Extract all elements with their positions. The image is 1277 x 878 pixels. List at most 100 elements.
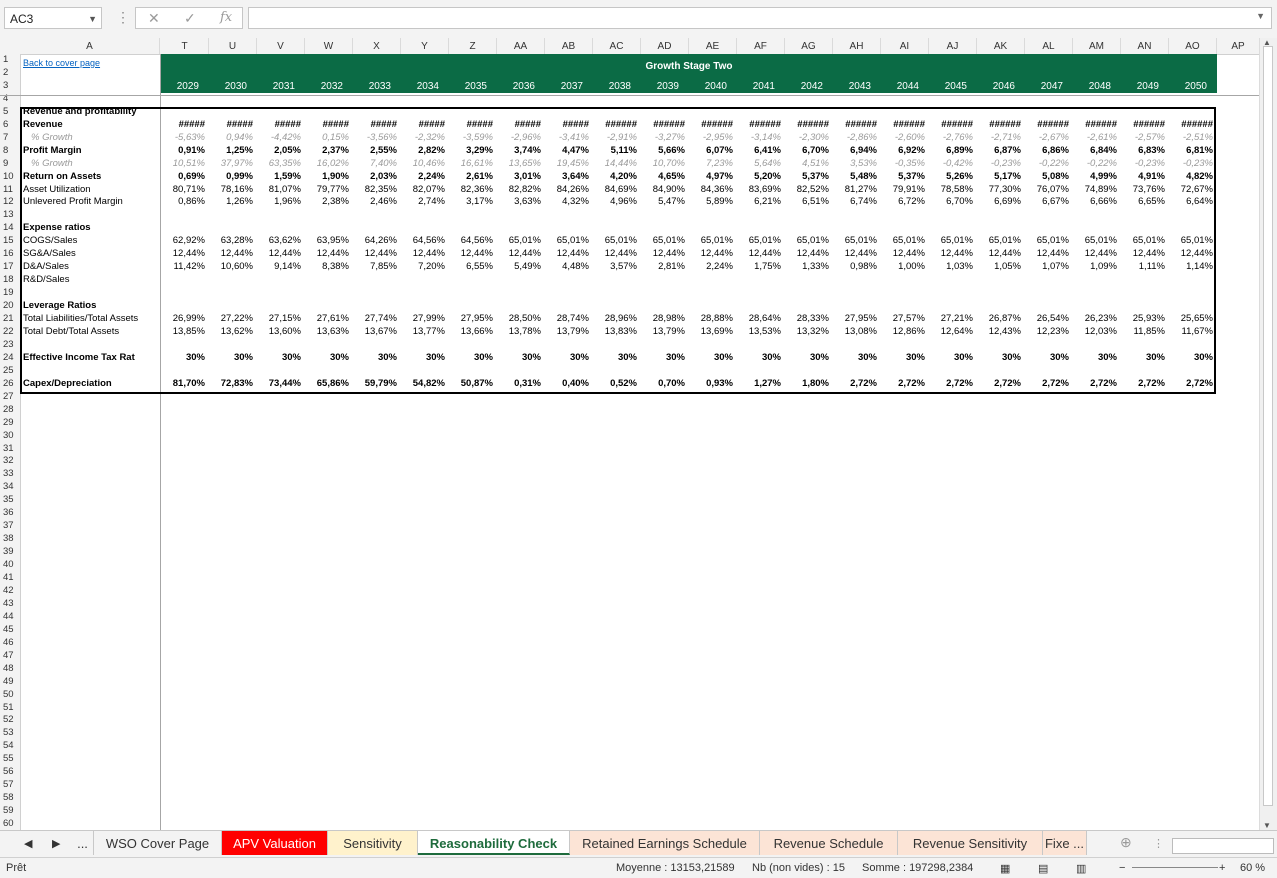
data-cell[interactable]: 5,11% [593,145,637,156]
data-cell[interactable]: 12,23% [1025,326,1069,337]
row-header[interactable]: 18 [0,274,20,285]
data-cell[interactable]: 2,05% [257,145,301,156]
row-header[interactable]: 43 [0,598,20,609]
data-cell[interactable]: 5,49% [497,261,541,272]
data-cell[interactable]: 2,81% [641,261,685,272]
data-cell[interactable]: 28,98% [641,313,685,324]
data-cell[interactable]: 65,01% [929,235,973,246]
data-cell[interactable]: 7,20% [401,261,445,272]
row-header[interactable]: 48 [0,663,20,674]
data-cell[interactable]: 11,67% [1169,326,1213,337]
data-cell[interactable]: 10,70% [641,158,685,169]
data-cell[interactable]: -3,59% [449,132,493,143]
data-cell[interactable]: ###### [593,119,637,130]
row-label[interactable]: Profit Margin [23,145,160,156]
sheet-tab[interactable]: APV Valuation [222,831,328,855]
data-cell[interactable]: 12,44% [833,248,877,259]
data-cell[interactable]: 63,62% [257,235,301,246]
data-cell[interactable]: 30% [449,352,493,363]
column-header[interactable]: AO [1169,38,1217,54]
row-header[interactable]: 14 [0,222,20,233]
zoom-slider[interactable] [1132,867,1218,868]
data-cell[interactable]: 82,82% [497,184,541,195]
data-cell[interactable]: 1,11% [1121,261,1165,272]
data-cell[interactable]: 12,44% [881,248,925,259]
data-cell[interactable]: 27,21% [929,313,973,324]
row-header[interactable]: 39 [0,546,20,557]
data-cell[interactable]: 65,01% [785,235,829,246]
data-cell[interactable]: 16,61% [449,158,493,169]
data-cell[interactable]: 2,72% [977,378,1021,389]
normal-view-icon[interactable]: ▦ [1000,862,1010,875]
horizontal-scrollbar[interactable] [1172,838,1274,854]
prev-sheet-icon[interactable]: ◀ [24,837,32,850]
data-cell[interactable]: 1,03% [929,261,973,272]
data-cell[interactable]: 3,53% [833,158,877,169]
data-cell[interactable]: 4,20% [593,171,637,182]
row-header[interactable]: 19 [0,287,20,298]
data-cell[interactable]: 82,07% [401,184,445,195]
data-cell[interactable]: 14,44% [593,158,637,169]
data-cell[interactable]: -3,41% [545,132,589,143]
data-cell[interactable]: 12,44% [1169,248,1213,259]
data-cell[interactable]: -0,23% [977,158,1021,169]
data-cell[interactable]: ###### [977,119,1021,130]
data-cell[interactable]: 12,64% [929,326,973,337]
row-header[interactable]: 28 [0,404,20,415]
data-cell[interactable]: 3,64% [545,171,589,182]
data-cell[interactable]: ###### [1025,119,1069,130]
data-cell[interactable]: 64,26% [353,235,397,246]
row-header[interactable]: 11 [0,184,20,195]
data-cell[interactable]: -3,27% [641,132,685,143]
row-label[interactable]: % Growth [23,158,168,169]
data-cell[interactable]: 0,99% [209,171,253,182]
formula-input[interactable]: ▼ [248,7,1272,29]
data-cell[interactable]: 78,58% [929,184,973,195]
data-cell[interactable]: ###### [881,119,925,130]
column-header[interactable]: U [209,38,257,54]
data-cell[interactable]: 1,07% [1025,261,1069,272]
data-cell[interactable]: 13,65% [497,158,541,169]
column-header[interactable]: AH [833,38,881,54]
data-cell[interactable]: ###### [689,119,733,130]
data-cell[interactable]: 12,44% [353,248,397,259]
data-cell[interactable]: 3,63% [497,196,541,207]
column-header[interactable]: V [257,38,305,54]
data-cell[interactable]: 28,74% [545,313,589,324]
data-cell[interactable]: 0,15% [305,132,349,143]
data-cell[interactable]: 27,95% [833,313,877,324]
data-cell[interactable]: 10,46% [401,158,445,169]
data-cell[interactable]: 5,37% [881,171,925,182]
column-header[interactable]: AJ [929,38,977,54]
data-cell[interactable]: 81,07% [257,184,301,195]
data-cell[interactable]: 7,40% [353,158,397,169]
data-cell[interactable]: 12,44% [209,248,253,259]
data-cell[interactable]: 64,56% [449,235,493,246]
data-cell[interactable]: 3,29% [449,145,493,156]
data-cell[interactable]: 72,83% [209,378,253,389]
data-cell[interactable]: ##### [401,119,445,130]
vertical-scrollbar[interactable]: ▲ ▼ [1259,38,1277,830]
data-cell[interactable]: 4,96% [593,196,637,207]
row-header[interactable]: 56 [0,766,20,777]
data-cell[interactable]: 0,94% [209,132,253,143]
data-cell[interactable]: 30% [209,352,253,363]
data-cell[interactable]: 6,07% [689,145,733,156]
data-cell[interactable]: ##### [497,119,541,130]
data-cell[interactable]: 2,74% [401,196,445,207]
column-header[interactable]: AP [1217,38,1260,54]
data-cell[interactable]: 11,42% [161,261,205,272]
row-header[interactable]: 22 [0,326,20,337]
data-cell[interactable]: 12,44% [641,248,685,259]
data-cell[interactable]: 2,24% [689,261,733,272]
data-cell[interactable]: 6,92% [881,145,925,156]
data-cell[interactable]: 28,64% [737,313,781,324]
data-cell[interactable]: 25,93% [1121,313,1165,324]
data-cell[interactable]: 6,55% [449,261,493,272]
data-cell[interactable]: ###### [1073,119,1117,130]
row-header[interactable]: 2 [0,67,20,78]
row-header[interactable]: 20 [0,300,20,311]
row-header[interactable]: 53 [0,727,20,738]
data-cell[interactable]: ##### [353,119,397,130]
data-cell[interactable]: 3,57% [593,261,637,272]
